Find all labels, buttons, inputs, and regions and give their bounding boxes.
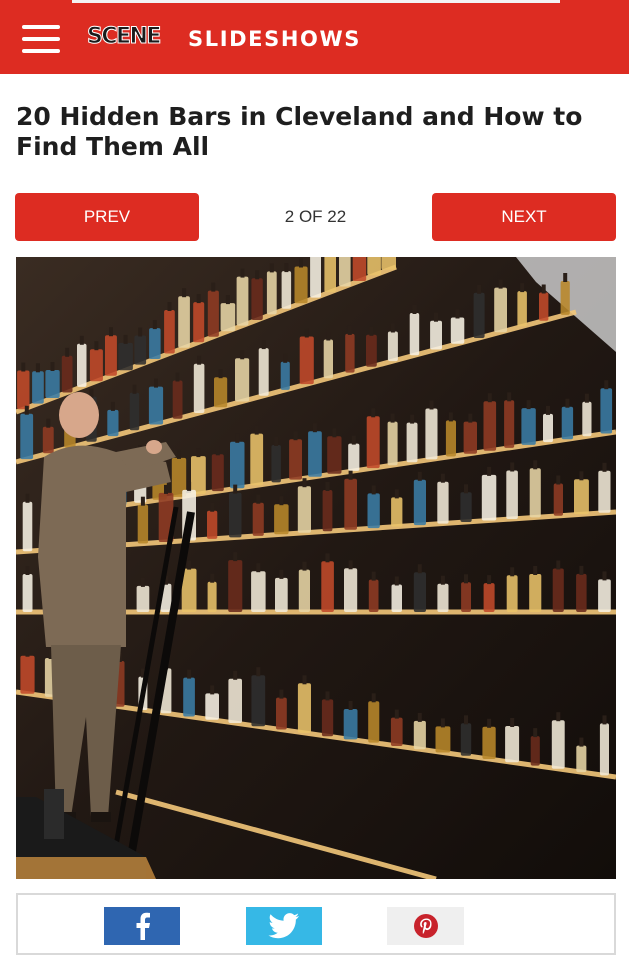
twitter-share-button[interactable] <box>246 907 322 945</box>
slide-photo[interactable] <box>16 257 616 879</box>
slide-counter: 2 OF 22 <box>284 207 347 226</box>
site-header: SCENE SLIDESHOWS <box>0 0 629 74</box>
facebook-icon <box>136 912 150 940</box>
prev-button[interactable]: PREV <box>15 193 199 241</box>
pinterest-icon <box>413 914 438 938</box>
facebook-share-button[interactable] <box>104 907 180 945</box>
next-button[interactable]: NEXT <box>432 193 616 241</box>
pinterest-share-button[interactable] <box>387 907 464 945</box>
twitter-icon <box>268 913 300 939</box>
slideshow-title: 20 Hidden Bars in Cleveland and How to F… <box>16 102 583 161</box>
section-title[interactable]: SLIDESHOWS <box>188 27 361 51</box>
hamburger-menu-icon[interactable] <box>22 25 60 53</box>
bar-shelves-illustration <box>16 257 616 879</box>
site-logo[interactable]: SCENE <box>87 24 162 50</box>
share-bar <box>16 893 616 955</box>
